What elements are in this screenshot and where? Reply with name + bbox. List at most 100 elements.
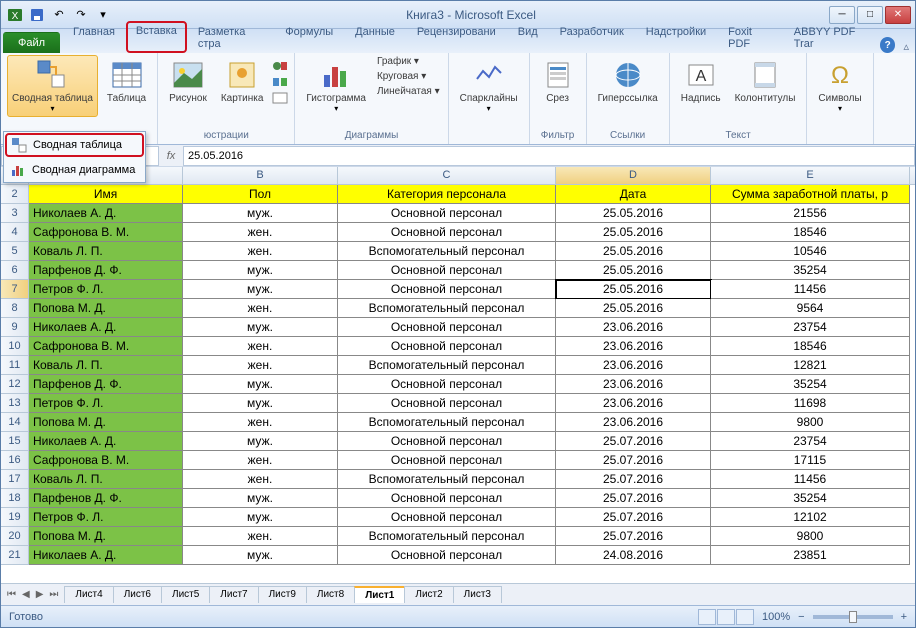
row-header-3[interactable]: 3 — [1, 204, 29, 223]
menu-pivot-chart[interactable]: Сводная диаграмма — [4, 158, 145, 182]
cell[interactable]: Попова М. Д. — [29, 413, 183, 432]
tab-главная[interactable]: Главная — [62, 21, 126, 53]
headerfooter-button[interactable]: Колонтитулы — [730, 55, 801, 108]
cell[interactable]: Парфенов Д. Ф. — [29, 489, 183, 508]
hyperlink-button[interactable]: Гиперссылка — [593, 55, 663, 108]
table-button[interactable]: Таблица — [102, 55, 151, 108]
cell[interactable]: Коваль Л. П. — [29, 242, 183, 261]
histogram-button[interactable]: Гистограмма ▾ — [301, 55, 371, 117]
cell[interactable]: 12102 — [711, 508, 910, 527]
cell[interactable]: Петров Ф. Л. — [29, 394, 183, 413]
cell[interactable]: Парфенов Д. Ф. — [29, 375, 183, 394]
tab-file[interactable]: Файл — [3, 32, 60, 53]
cell[interactable]: 35254 — [711, 489, 910, 508]
formula-bar[interactable]: 25.05.2016 — [183, 146, 915, 166]
cell[interactable]: Николаев А. Д. — [29, 432, 183, 451]
cell[interactable]: Основной персонал — [338, 394, 556, 413]
cell[interactable]: муж. — [183, 375, 338, 394]
cell[interactable]: 23754 — [711, 318, 910, 337]
cell[interactable]: муж. — [183, 318, 338, 337]
cell[interactable]: муж. — [183, 394, 338, 413]
cell[interactable]: Николаев А. Д. — [29, 318, 183, 337]
close-button[interactable]: ✕ — [885, 6, 911, 24]
row-header-4[interactable]: 4 — [1, 223, 29, 242]
cell[interactable]: Вспомогательный персонал — [338, 356, 556, 375]
row-header-6[interactable]: 6 — [1, 261, 29, 280]
row-header-12[interactable]: 12 — [1, 375, 29, 394]
page-break-view-button[interactable] — [736, 609, 754, 625]
row-header-16[interactable]: 16 — [1, 451, 29, 470]
cell[interactable]: муж. — [183, 508, 338, 527]
cell[interactable]: 21556 — [711, 204, 910, 223]
cell[interactable]: 23.06.2016 — [556, 356, 711, 375]
cell[interactable]: жен. — [183, 242, 338, 261]
cell[interactable]: Основной персонал — [338, 318, 556, 337]
cell[interactable]: 17115 — [711, 451, 910, 470]
cell[interactable]: Вспомогательный персонал — [338, 470, 556, 489]
clipart-button[interactable]: Картинка — [216, 55, 269, 108]
tab-вид[interactable]: Вид — [507, 21, 549, 53]
cell[interactable]: Основной персонал — [338, 375, 556, 394]
slicer-button[interactable]: Срез — [536, 55, 580, 108]
row-header-18[interactable]: 18 — [1, 489, 29, 508]
header-cell[interactable]: Пол — [183, 185, 338, 204]
cell[interactable]: 25.07.2016 — [556, 432, 711, 451]
picture-button[interactable]: Рисунок — [164, 55, 212, 108]
cell[interactable]: 9800 — [711, 413, 910, 432]
cell[interactable]: Основной персонал — [338, 261, 556, 280]
cell[interactable]: 25.05.2016 — [556, 261, 711, 280]
smartart-icon[interactable] — [272, 75, 288, 89]
cell[interactable]: муж. — [183, 432, 338, 451]
line-chart-opt[interactable]: График ▾ — [375, 55, 442, 68]
cell[interactable]: Основной персонал — [338, 432, 556, 451]
cell[interactable]: жен. — [183, 356, 338, 375]
help-icon[interactable]: ? — [880, 37, 896, 53]
sheet-tab-Лист3[interactable]: Лист3 — [453, 586, 502, 603]
row-header-19[interactable]: 19 — [1, 508, 29, 527]
cell[interactable]: жен. — [183, 527, 338, 546]
symbols-button[interactable]: Ω Символы ▾ — [813, 55, 866, 117]
cell[interactable]: муж. — [183, 261, 338, 280]
cell[interactable]: Вспомогательный персонал — [338, 413, 556, 432]
row-header-9[interactable]: 9 — [1, 318, 29, 337]
cell[interactable]: 23.06.2016 — [556, 318, 711, 337]
cell[interactable]: Попова М. Д. — [29, 527, 183, 546]
cell[interactable]: 25.07.2016 — [556, 489, 711, 508]
sheet-tab-Лист6[interactable]: Лист6 — [113, 586, 162, 603]
cell[interactable]: жен. — [183, 413, 338, 432]
sheet-tab-Лист5[interactable]: Лист5 — [161, 586, 210, 603]
cell[interactable]: Коваль Л. П. — [29, 470, 183, 489]
cell[interactable]: Основной персонал — [338, 451, 556, 470]
cell[interactable]: 23.06.2016 — [556, 413, 711, 432]
sheet-prev-icon[interactable]: ◀ — [20, 589, 32, 600]
cell[interactable]: Основной персонал — [338, 223, 556, 242]
cell[interactable]: 25.05.2016 — [556, 223, 711, 242]
tab-надстройки[interactable]: Надстройки — [635, 21, 717, 53]
tab-abbyy pdf trar[interactable]: ABBYY PDF Trar — [783, 21, 880, 53]
sheet-tab-Лист2[interactable]: Лист2 — [404, 586, 453, 603]
bar-chart-opt[interactable]: Линейчатая ▾ — [375, 85, 442, 98]
cell[interactable]: Сафронова В. М. — [29, 337, 183, 356]
sheet-last-icon[interactable]: ⏭ — [47, 589, 60, 600]
shapes-icon[interactable] — [272, 59, 288, 73]
row-header-20[interactable]: 20 — [1, 527, 29, 546]
sheet-tab-Лист1[interactable]: Лист1 — [354, 586, 405, 603]
sheet-tab-Лист8[interactable]: Лист8 — [306, 586, 355, 603]
col-header-E[interactable]: E — [711, 167, 910, 184]
header-cell[interactable]: Дата — [556, 185, 711, 204]
sheet-tab-Лист7[interactable]: Лист7 — [209, 586, 258, 603]
cell[interactable]: 25.07.2016 — [556, 470, 711, 489]
cell[interactable]: 10546 — [711, 242, 910, 261]
cell[interactable]: 23.06.2016 — [556, 375, 711, 394]
zoom-in-button[interactable]: + — [901, 611, 907, 623]
cell[interactable]: 18546 — [711, 337, 910, 356]
normal-view-button[interactable] — [698, 609, 716, 625]
cell[interactable]: 11456 — [711, 280, 910, 299]
zoom-out-button[interactable]: − — [798, 611, 804, 623]
ribbon-minimize-icon[interactable]: ▵ — [903, 40, 909, 53]
menu-pivot-table[interactable]: Сводная таблица — [5, 133, 144, 157]
cell[interactable]: Вспомогательный персонал — [338, 299, 556, 318]
cell[interactable]: 35254 — [711, 261, 910, 280]
cell[interactable]: Основной персонал — [338, 508, 556, 527]
pivot-table-button[interactable]: Сводная таблица ▾ — [7, 55, 98, 117]
